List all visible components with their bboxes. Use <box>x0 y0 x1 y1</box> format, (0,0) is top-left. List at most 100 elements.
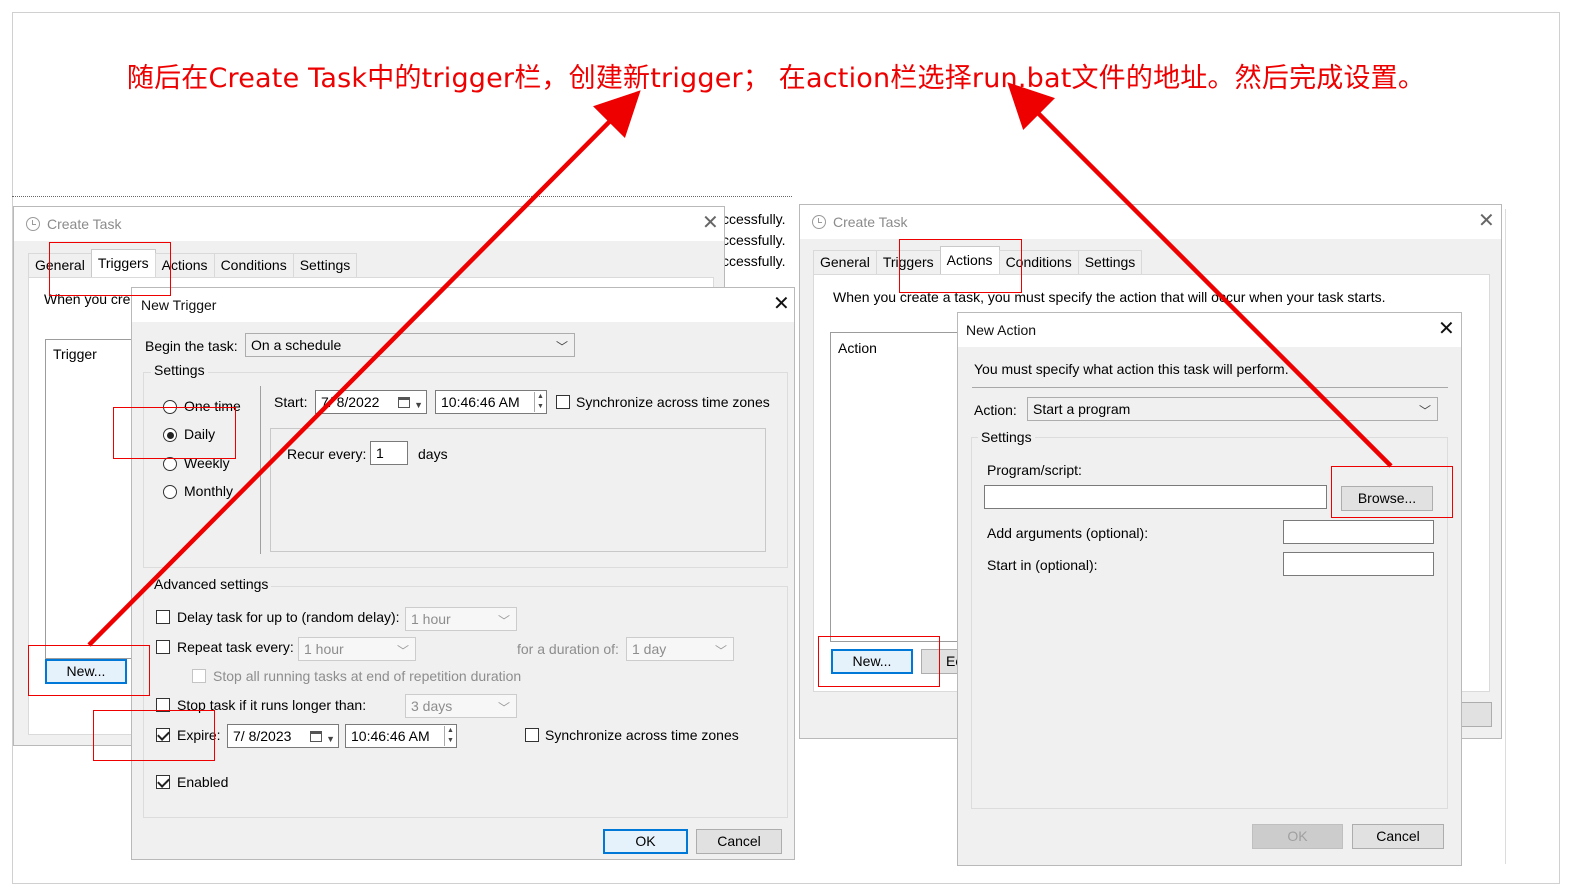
new-trigger-dialog: New Trigger ✕ Begin the task: On a sched… <box>131 287 795 860</box>
begin-value: On a schedule <box>251 337 342 353</box>
daily-label: Daily <box>184 426 216 442</box>
radio-weekly[interactable] <box>163 457 177 471</box>
tab-conditions[interactable]: Conditions <box>213 253 294 277</box>
start-time-picker[interactable]: 10:46:46 AM ▲ ▼ <box>435 390 547 414</box>
stop-running-label: Stop all running tasks at end of repetit… <box>213 668 522 684</box>
expire-date-picker[interactable]: 7/ 8/2023 ▼ <box>227 724 339 748</box>
radio-monthly[interactable] <box>163 485 177 499</box>
close-icon[interactable]: ✕ <box>1478 211 1495 231</box>
edit-button[interactable]: Ec <box>921 649 961 674</box>
close-icon[interactable]: ✕ <box>702 213 719 233</box>
delay-checkbox[interactable] <box>156 610 170 624</box>
titlebar: New Action ✕ <box>958 313 1461 347</box>
start-time-value: 10:46:46 AM <box>441 394 520 410</box>
duration-label: for a duration of: <box>517 641 619 657</box>
chevron-down-icon: ﹀ <box>1418 404 1431 418</box>
tab-strip: General Triggers Actions Conditions Sett… <box>813 246 1143 274</box>
dialog-title: New Action <box>966 322 1037 338</box>
expire-sync-label: Synchronize across time zones <box>545 727 739 743</box>
clock-icon <box>812 215 826 229</box>
tab-general[interactable]: General <box>813 250 877 274</box>
stop-longer-checkbox[interactable] <box>156 698 170 712</box>
stop-longer-select[interactable]: 3 days ﹀ <box>405 694 517 718</box>
background-console: ccessfully. ccessfully. ccessfully. <box>722 209 794 279</box>
action-value: Start a program <box>1033 401 1131 417</box>
chevron-down-icon: ﹀ <box>555 340 568 354</box>
spinner-arrows-icon[interactable]: ▲ ▼ <box>534 392 546 412</box>
intro-text: When you crea <box>44 291 139 307</box>
window-title: Create Task <box>47 216 122 232</box>
cancel-button[interactable]: Cancel <box>1352 824 1444 849</box>
chevron-down-icon: ▼ <box>326 734 335 744</box>
arguments-label: Add arguments (optional): <box>987 525 1149 541</box>
intro-text: When you create a task, you must specify… <box>833 289 1386 305</box>
program-label: Program/script: <box>987 462 1082 478</box>
stop-longer-value: 3 days <box>411 698 453 714</box>
close-icon[interactable]: ✕ <box>773 294 790 314</box>
recur-input[interactable]: 1 <box>370 441 408 465</box>
intro-text: You must specify what action this task w… <box>974 361 1289 377</box>
tab-actions[interactable]: Actions <box>154 253 215 277</box>
cancel-button[interactable]: Cancel <box>696 829 782 854</box>
tab-actions[interactable]: Actions <box>939 246 1000 274</box>
new-trigger-button[interactable]: New... <box>45 659 127 684</box>
duration-select[interactable]: 1 day ﹀ <box>626 637 734 661</box>
repeat-select[interactable]: 1 hour ﹀ <box>298 637 416 661</box>
background-window-edge <box>12 196 792 204</box>
tab-settings[interactable]: Settings <box>1077 250 1143 274</box>
start-in-input[interactable] <box>1283 552 1434 576</box>
new-action-button[interactable]: New... <box>831 649 913 674</box>
radio-one-time[interactable] <box>163 400 177 414</box>
stop-running-checkbox[interactable] <box>192 669 206 683</box>
tab-settings[interactable]: Settings <box>292 253 358 277</box>
browse-button[interactable]: Browse... <box>1341 486 1433 511</box>
chevron-down-icon: ﹀ <box>497 701 510 715</box>
start-date-picker[interactable]: 7/ 8/2022 ▼ <box>315 390 427 414</box>
annotation-caption: 随后在Create Task中的trigger栏，创建新trigger； 在ac… <box>126 63 1426 94</box>
recur-label: Recur every: <box>287 446 367 462</box>
delay-select[interactable]: 1 hour ﹀ <box>405 607 517 631</box>
repeat-label: Repeat task every: <box>177 639 294 655</box>
tab-general[interactable]: General <box>28 253 92 277</box>
ok-button[interactable]: OK <box>603 829 688 854</box>
arguments-input[interactable] <box>1283 520 1434 544</box>
start-date-value: 7/ 8/2022 <box>321 394 380 410</box>
expire-time-picker[interactable]: 10:46:46 AM ▲ ▼ <box>345 724 457 748</box>
start-label: Start: <box>274 394 308 410</box>
program-input[interactable] <box>984 485 1327 509</box>
ok-button[interactable]: OK <box>1252 824 1343 849</box>
tab-triggers[interactable]: Triggers <box>875 250 941 274</box>
enabled-checkbox[interactable] <box>156 775 170 789</box>
action-label: Action: <box>974 402 1017 418</box>
list-header: Trigger <box>53 346 97 362</box>
titlebar: New Trigger ✕ <box>132 288 794 322</box>
separator <box>972 387 1448 388</box>
action-select[interactable]: Start a program ﹀ <box>1027 397 1438 421</box>
recur-unit: days <box>418 446 448 462</box>
list-header: Action <box>838 340 877 356</box>
delay-value: 1 hour <box>411 611 451 627</box>
console-line: ccessfully. <box>722 253 786 269</box>
chevron-down-icon: ﹀ <box>497 614 510 628</box>
close-icon[interactable]: ✕ <box>1438 319 1455 339</box>
window-title: Create Task <box>833 214 908 230</box>
repeat-value: 1 hour <box>304 641 344 657</box>
duration-value: 1 day <box>632 641 667 657</box>
begin-select[interactable]: On a schedule ﹀ <box>245 333 575 357</box>
dialog-title: New Trigger <box>141 297 217 313</box>
expire-sync-checkbox[interactable] <box>525 728 539 742</box>
repeat-checkbox[interactable] <box>156 640 170 654</box>
expire-label: Expire: <box>177 727 221 743</box>
tab-triggers[interactable]: Triggers <box>90 249 156 277</box>
trigger-list[interactable]: Trigger <box>45 339 145 659</box>
settings-label: Settings <box>151 362 208 378</box>
monthly-label: Monthly <box>184 483 234 499</box>
spinner-arrows-icon[interactable]: ▲ ▼ <box>444 726 456 746</box>
expire-date-value: 7/ 8/2023 <box>233 728 292 744</box>
sync-checkbox[interactable] <box>556 395 570 409</box>
tab-conditions[interactable]: Conditions <box>998 250 1079 274</box>
stop-longer-label: Stop task if it runs longer than: <box>177 697 367 713</box>
expire-checkbox[interactable] <box>156 728 170 742</box>
radio-daily[interactable] <box>163 428 177 442</box>
advanced-label: Advanced settings <box>151 576 272 592</box>
